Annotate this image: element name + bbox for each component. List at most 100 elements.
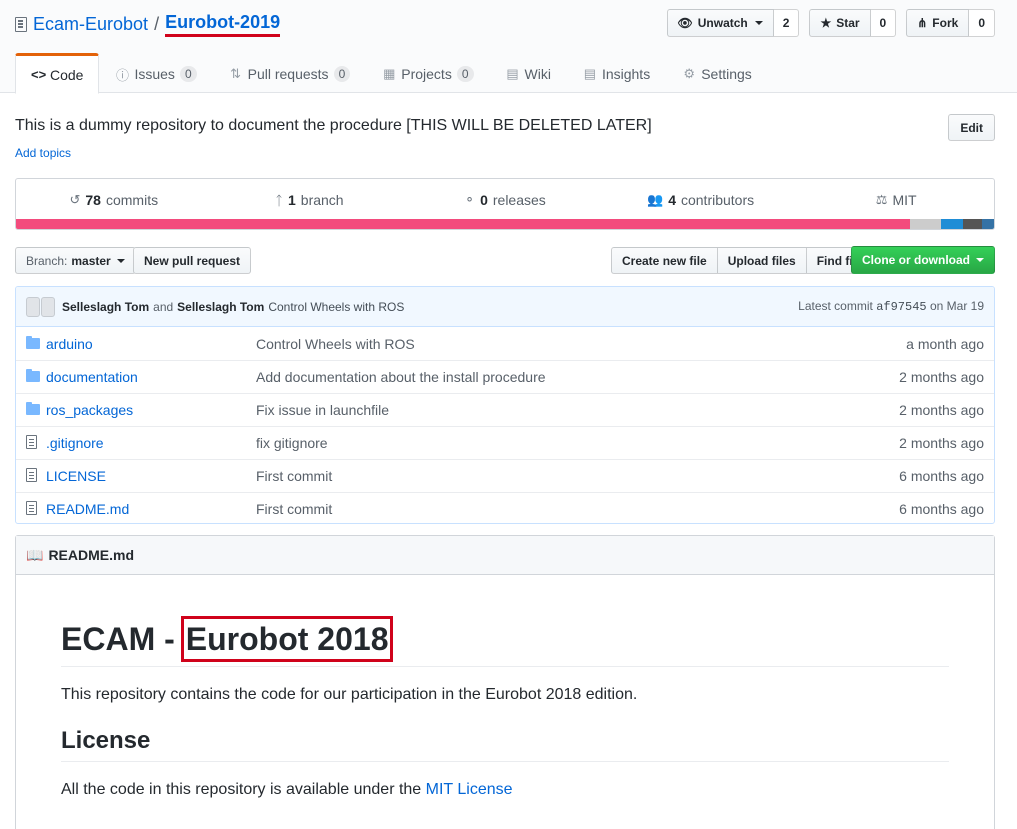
repo-owner-link[interactable]: Ecam-Eurobot bbox=[33, 14, 148, 35]
folder-icon bbox=[26, 369, 40, 382]
tab-code-label: Code bbox=[50, 66, 84, 83]
tab-issues[interactable]: ⓘ Issues 0 bbox=[99, 53, 212, 93]
unwatch-button[interactable]: 👁 Unwatch bbox=[666, 9, 774, 37]
branch-select-button[interactable]: Branch: master bbox=[15, 247, 136, 274]
commit-and: and bbox=[153, 299, 174, 314]
fork-icon: ⋔ bbox=[917, 16, 928, 30]
readme-license-heading: License bbox=[61, 727, 949, 762]
tab-insights[interactable]: ▤ Insights bbox=[567, 53, 666, 93]
file-age: 6 months ago bbox=[899, 468, 984, 484]
star-group: ★ Star 0 bbox=[809, 9, 897, 37]
file-icon bbox=[26, 467, 37, 482]
file-name-link[interactable]: LICENSE bbox=[46, 468, 256, 484]
commit-tease: Selleslagh Tom and Selleslagh Tom Contro… bbox=[16, 287, 994, 327]
file-name-link[interactable]: documentation bbox=[46, 369, 256, 385]
license-sentence: All the code in this repository is avail… bbox=[61, 781, 422, 798]
file-commit-message[interactable]: Fix issue in launchfile bbox=[256, 402, 899, 418]
tab-pull-requests[interactable]: ⇅ Pull requests 0 bbox=[213, 53, 367, 93]
table-row: .gitignore fix gitignore 2 months ago bbox=[16, 426, 994, 459]
contributors-count: 4 bbox=[668, 192, 676, 208]
tag-icon: ⚬ bbox=[464, 192, 476, 207]
folder-icon bbox=[26, 402, 40, 415]
pull-requests-counter: 0 bbox=[333, 66, 351, 82]
language-bar[interactable] bbox=[16, 219, 994, 229]
readme-intro: This repository contains the code for ou… bbox=[61, 686, 638, 703]
file-icon bbox=[26, 500, 37, 515]
file-age: 2 months ago bbox=[899, 435, 984, 451]
file-commit-message[interactable]: Control Wheels with ROS bbox=[256, 336, 906, 352]
add-topics-link[interactable]: Add topics bbox=[15, 146, 71, 160]
commits-link[interactable]: ↺ 78 commits bbox=[16, 192, 212, 208]
graph-icon: ▤ bbox=[583, 66, 597, 81]
latest-commit-label: Latest commit bbox=[798, 299, 873, 313]
watch-count[interactable]: 2 bbox=[773, 9, 800, 37]
tab-settings[interactable]: ⚙ Settings bbox=[666, 53, 768, 93]
file-name-link[interactable]: .gitignore bbox=[46, 435, 256, 451]
file-name-link[interactable]: ros_packages bbox=[46, 402, 256, 418]
repo-description: This is a dummy repository to document t… bbox=[15, 117, 652, 134]
commit-author-link[interactable]: Selleslagh Tom bbox=[177, 300, 264, 314]
repo-header: Ecam-Eurobot / Eurobot-2019 👁 Unwatch 2 … bbox=[0, 0, 1017, 94]
people-icon: 👥 bbox=[647, 192, 664, 207]
license-label: MIT bbox=[892, 192, 917, 208]
project-icon: ▦ bbox=[383, 66, 396, 81]
branch-label: branch bbox=[300, 192, 344, 208]
file-age: a month ago bbox=[906, 335, 984, 352]
eye-icon: 👁 bbox=[677, 16, 693, 30]
license-link[interactable]: ⚖ MIT bbox=[798, 192, 994, 208]
branch-prefix: Branch: bbox=[26, 253, 68, 268]
releases-label: releases bbox=[492, 192, 546, 208]
fork-button[interactable]: ⋔ Fork bbox=[906, 9, 970, 37]
tab-wiki[interactable]: ▤ Wiki bbox=[490, 53, 567, 93]
language-segment bbox=[962, 219, 983, 229]
file-actions: Create new file Upload files Find file bbox=[611, 247, 874, 274]
unwatch-label: Unwatch bbox=[697, 16, 748, 30]
law-icon: ⚖ bbox=[875, 192, 888, 207]
star-button[interactable]: ★ Star bbox=[809, 9, 871, 37]
watch-group: 👁 Unwatch 2 bbox=[666, 9, 800, 37]
commit-sha-link[interactable]: af97545 bbox=[876, 300, 926, 314]
tab-projects[interactable]: ▦ Projects 0 bbox=[366, 53, 489, 93]
fork-group: ⋔ Fork 0 bbox=[906, 9, 995, 37]
book-icon: ▤ bbox=[506, 66, 519, 81]
tab-code[interactable]: <> Code bbox=[15, 53, 100, 94]
language-segment bbox=[941, 219, 963, 229]
readme-filename: README.md bbox=[48, 547, 134, 563]
projects-counter: 0 bbox=[456, 66, 474, 82]
pull-request-icon: ⇅ bbox=[230, 66, 242, 81]
tab-insights-label: Insights bbox=[601, 66, 651, 82]
releases-link[interactable]: ⚬ 0 releases bbox=[407, 192, 603, 208]
file-commit-message[interactable]: Add documentation about the install proc… bbox=[256, 369, 899, 385]
gear-icon: ⚙ bbox=[683, 66, 696, 81]
file-commit-message[interactable]: First commit bbox=[256, 468, 899, 484]
contributors-label: contributors bbox=[680, 192, 755, 208]
new-pull-request-button[interactable]: New pull request bbox=[133, 247, 252, 274]
file-commit-message[interactable]: First commit bbox=[256, 501, 899, 517]
fork-count[interactable]: 0 bbox=[969, 9, 995, 37]
repo-name-link[interactable]: Eurobot-2019 bbox=[165, 12, 281, 37]
commit-date: on Mar 19 bbox=[929, 299, 984, 313]
latest-commit: Latest commit af97545 on Mar 19 bbox=[798, 299, 984, 314]
edit-description-button[interactable]: Edit bbox=[948, 114, 995, 141]
branches-link[interactable]: ᛏ 1 branch bbox=[212, 192, 408, 208]
releases-count: 0 bbox=[480, 192, 488, 208]
readme-title: ECAM - Eurobot 2018 bbox=[61, 616, 949, 667]
clone-or-download-button[interactable]: Clone or download bbox=[851, 246, 995, 274]
folder-icon bbox=[26, 335, 40, 349]
mit-license-link[interactable]: MIT License bbox=[426, 781, 513, 798]
star-label: Star bbox=[836, 16, 860, 30]
commit-author-link[interactable]: Selleslagh Tom bbox=[62, 300, 149, 314]
issue-icon: ⓘ bbox=[115, 67, 129, 83]
avatar[interactable] bbox=[26, 296, 56, 317]
file-commit-message[interactable]: fix gitignore bbox=[256, 435, 899, 451]
readme-content: ECAM - Eurobot 2018 This repository cont… bbox=[61, 616, 949, 802]
upload-files-button[interactable]: Upload files bbox=[716, 247, 807, 274]
commit-message-link[interactable]: Control Wheels with ROS bbox=[268, 300, 404, 314]
file-list: arduino Control Wheels with ROS a month … bbox=[16, 327, 994, 523]
star-count[interactable]: 0 bbox=[870, 9, 897, 37]
tab-pull-requests-label: Pull requests bbox=[247, 66, 329, 82]
file-name-link[interactable]: arduino bbox=[46, 336, 256, 352]
create-new-file-button[interactable]: Create new file bbox=[611, 247, 718, 274]
file-name-link[interactable]: README.md bbox=[46, 501, 256, 517]
contributors-link[interactable]: 👥 4 contributors bbox=[603, 192, 799, 208]
